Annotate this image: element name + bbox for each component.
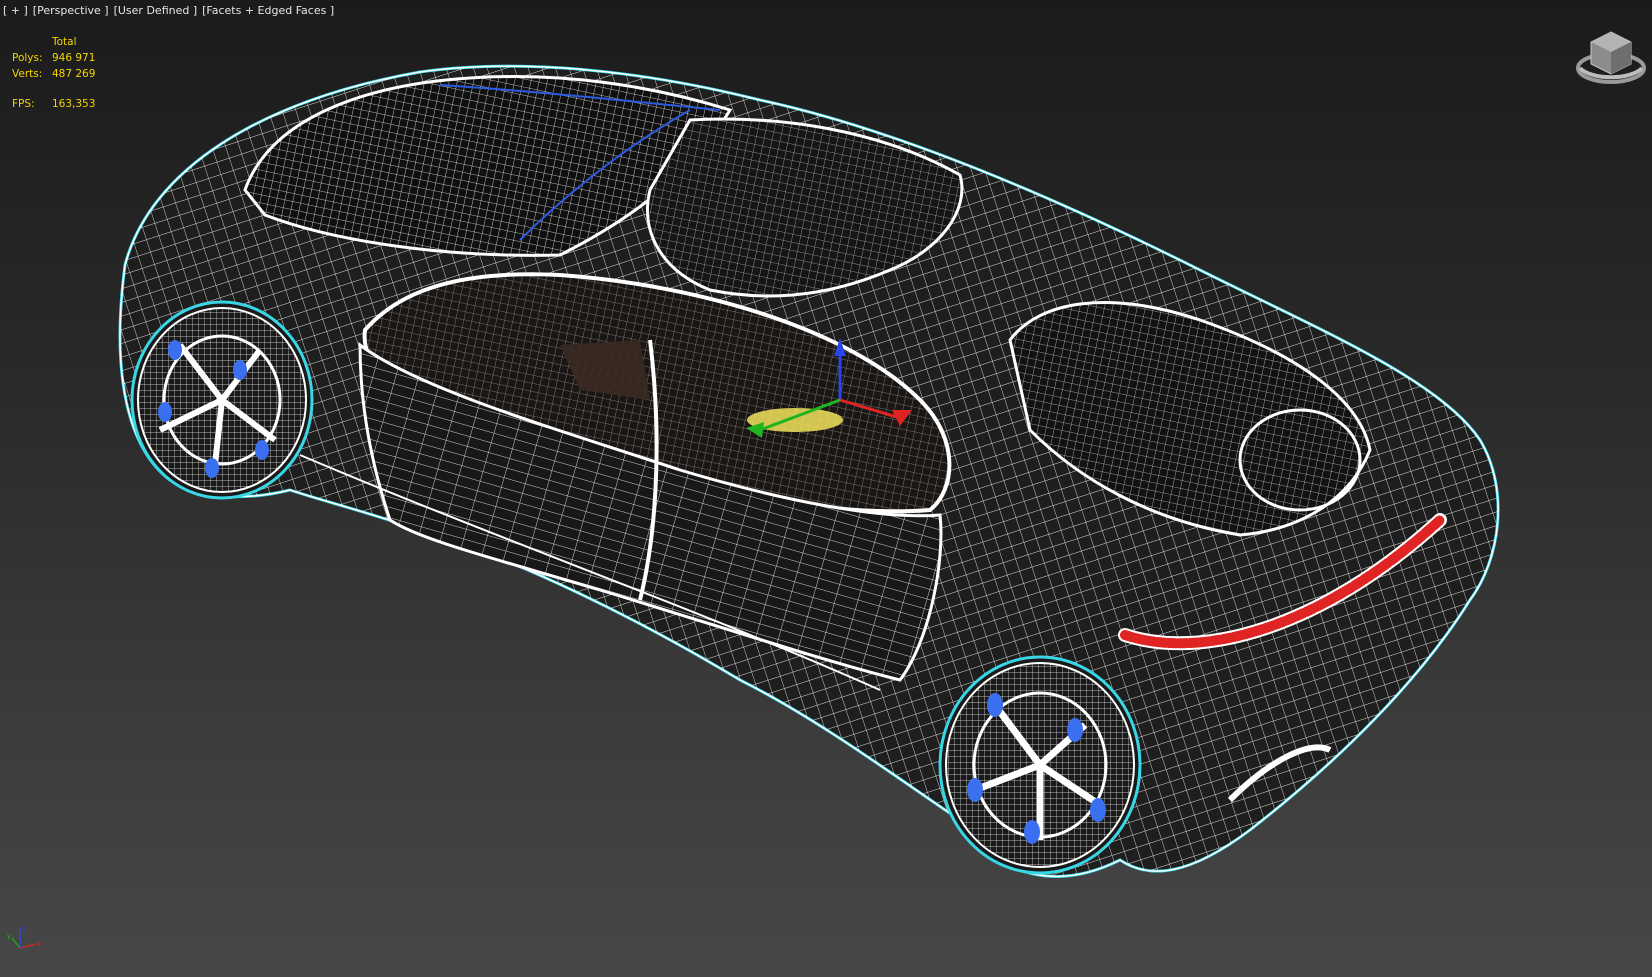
stats-polys-row: Polys: 946 971 — [12, 50, 95, 66]
axis-y-label: y — [7, 932, 11, 940]
stats-column-header: Total — [52, 36, 77, 48]
viewport-shading-menu[interactable]: [Facets + Edged Faces ] — [202, 4, 334, 17]
polys-value: 946 971 — [52, 52, 96, 64]
front-wheel — [130, 300, 314, 500]
viewport-label-menu: [ + ] [Perspective ] [User Defined ] [Facet… — [3, 4, 339, 17]
perspective-viewport[interactable]: [ + ] [Perspective ] [User Defined ] [Facet… — [0, 0, 1652, 977]
fps-label: FPS: — [12, 98, 35, 110]
axis-x-label: x — [37, 940, 41, 948]
polys-label: Polys: — [12, 52, 43, 64]
verts-value: 487 269 — [52, 68, 96, 80]
verts-label: Verts: — [12, 68, 43, 80]
viewport-view-menu[interactable]: [Perspective ] — [33, 4, 109, 17]
stats-header-row: Total — [12, 34, 95, 50]
rear-wheel — [938, 655, 1142, 875]
viewport-preset-menu[interactable]: [User Defined ] — [114, 4, 198, 17]
axis-tripod-icon: x y z — [7, 925, 41, 949]
car-wireframe-model[interactable] — [0, 0, 1652, 977]
viewport-plus-menu[interactable]: [ + ] — [3, 4, 28, 17]
viewcube-icon[interactable] — [1575, 28, 1647, 92]
stats-fps-row: FPS: 163,353 — [12, 96, 95, 112]
fps-value: 163,353 — [52, 98, 96, 110]
statistics-overlay: Total Polys: 946 971 Verts: 487 269 FPS:… — [12, 34, 95, 112]
axis-z-label: z — [22, 925, 26, 933]
stats-verts-row: Verts: 487 269 — [12, 66, 95, 82]
